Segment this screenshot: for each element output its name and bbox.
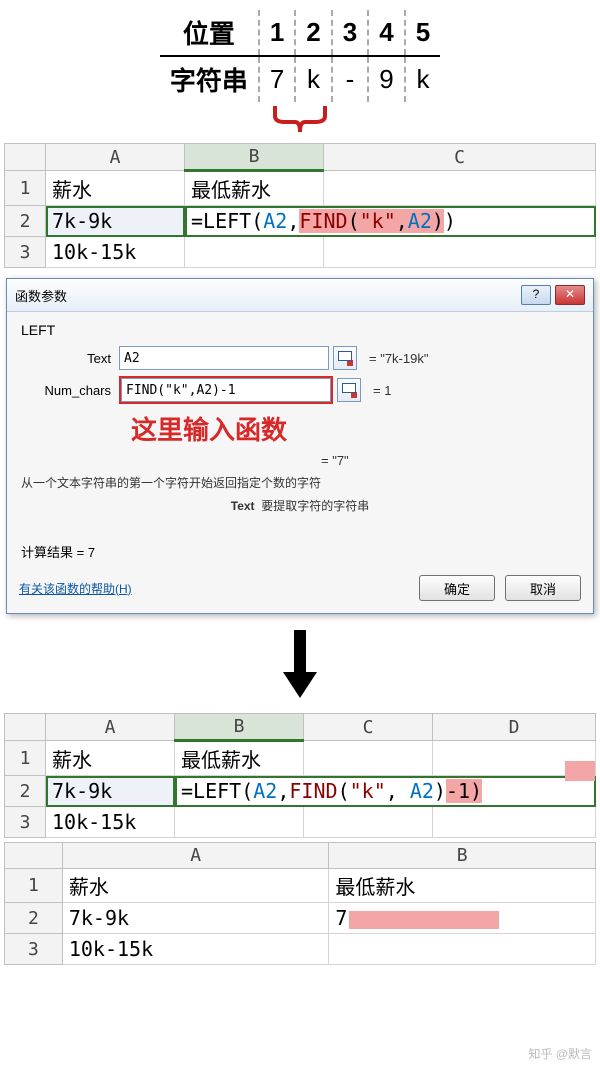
- cell-B1[interactable]: 最低薪水: [175, 741, 304, 776]
- cell-B1[interactable]: 最低薪水: [185, 171, 324, 206]
- range-picker-icon[interactable]: [337, 378, 361, 402]
- param-result: = 1: [373, 383, 391, 398]
- ok-button[interactable]: 确定: [419, 575, 495, 601]
- cell-A1[interactable]: 薪水: [62, 869, 329, 903]
- col-header-A[interactable]: A: [46, 144, 185, 171]
- bracket-icon: [0, 104, 600, 137]
- function-description: 从一个文本字符串的第一个字符开始返回指定个数的字符: [21, 474, 579, 491]
- row-header[interactable]: 3: [5, 807, 46, 838]
- cell-B2-formula[interactable]: =LEFT(A2,FIND("k", A2)-1): [175, 776, 596, 807]
- cell-D3[interactable]: [433, 807, 596, 838]
- close-button[interactable]: ✕: [555, 285, 585, 305]
- cell-C1[interactable]: [324, 171, 596, 206]
- cell-A2[interactable]: 7k-9k: [62, 903, 329, 934]
- row-header[interactable]: 2: [5, 776, 46, 807]
- excel-grid-1: A B C 1 薪水 最低薪水 2 7k-9k =LEFT(A2,FIND("k…: [4, 143, 596, 268]
- dialog-title: 函数参数: [15, 286, 67, 305]
- dialog-titlebar[interactable]: 函数参数 ? ✕: [7, 279, 593, 312]
- cell-A3[interactable]: 10k-15k: [46, 807, 175, 838]
- cell-A2[interactable]: 7k-9k: [46, 206, 185, 237]
- cell-C1[interactable]: [304, 741, 433, 776]
- cancel-button[interactable]: 取消: [505, 575, 581, 601]
- param-label: Text: [21, 351, 119, 366]
- row-header[interactable]: 2: [5, 903, 63, 934]
- col-header-A[interactable]: A: [62, 843, 329, 869]
- cell-D1[interactable]: [433, 741, 596, 776]
- function-result: = "7": [321, 453, 579, 468]
- param-text-row: Text = "7k-19k": [21, 346, 579, 370]
- cell-B3[interactable]: [175, 807, 304, 838]
- col-header-B[interactable]: B: [185, 144, 324, 171]
- cell-B3[interactable]: [329, 934, 596, 965]
- excel-grid-3: A B 1 薪水 最低薪水 2 7k-9k 7 3 10k-15k: [4, 842, 596, 965]
- row-header[interactable]: 2: [5, 206, 46, 237]
- col-header-C[interactable]: C: [324, 144, 596, 171]
- corner-cell[interactable]: [5, 144, 46, 171]
- col-header-C[interactable]: C: [304, 714, 433, 741]
- param-result: = "7k-19k": [369, 351, 428, 366]
- calc-result: 计算结果 = 7: [21, 542, 579, 561]
- param-description: Text 要提取字符的字符串: [21, 497, 579, 514]
- row-header[interactable]: 1: [5, 171, 46, 206]
- arrow-down-icon: [0, 630, 600, 703]
- cell-A3[interactable]: 10k-15k: [46, 237, 185, 268]
- row-header[interactable]: 3: [5, 934, 63, 965]
- param-text-input[interactable]: [119, 346, 329, 370]
- cell-C3[interactable]: [304, 807, 433, 838]
- excel-grid-2: A B C D 1 薪水 最低薪水 2 7k-9k =LEFT(A2,FIND(…: [4, 713, 596, 838]
- pos-label: 位置: [160, 10, 259, 56]
- row-header[interactable]: 3: [5, 237, 46, 268]
- watermark: 知乎 @默言: [528, 1045, 592, 1062]
- param-numchars-row: Num_chars = 1: [21, 376, 579, 404]
- cell-B1[interactable]: 最低薪水: [329, 869, 596, 903]
- cell-A2[interactable]: 7k-9k: [46, 776, 175, 807]
- cell-B2[interactable]: 7: [329, 903, 596, 934]
- cell-A3[interactable]: 10k-15k: [62, 934, 329, 965]
- help-link[interactable]: 有关该函数的帮助(H): [19, 580, 132, 597]
- col-header-B[interactable]: B: [175, 714, 304, 741]
- range-picker-icon[interactable]: [333, 346, 357, 370]
- cell-C3[interactable]: [324, 237, 596, 268]
- row-header[interactable]: 1: [5, 869, 63, 903]
- function-name: LEFT: [21, 322, 579, 338]
- row-header[interactable]: 1: [5, 741, 46, 776]
- cell-A1[interactable]: 薪水: [46, 171, 185, 206]
- function-arguments-dialog: 函数参数 ? ✕ LEFT Text = "7k-19k" Num_chars …: [6, 278, 594, 614]
- col-header-B[interactable]: B: [329, 843, 596, 869]
- col-header-A[interactable]: A: [46, 714, 175, 741]
- char-label: 字符串: [160, 56, 259, 102]
- help-button[interactable]: ?: [521, 285, 551, 305]
- col-header-D[interactable]: D: [433, 714, 596, 741]
- callout-text: 这里输入函数: [131, 410, 579, 447]
- param-label: Num_chars: [21, 383, 119, 398]
- cell-A1[interactable]: 薪水: [46, 741, 175, 776]
- position-table: 位置 1 2 3 4 5 字符串 7 k - 9 k: [160, 10, 440, 102]
- param-numchars-input[interactable]: [121, 378, 331, 402]
- cell-B3[interactable]: [185, 237, 324, 268]
- cell-B2-formula[interactable]: =LEFT(A2,FIND("k",A2)): [185, 206, 596, 237]
